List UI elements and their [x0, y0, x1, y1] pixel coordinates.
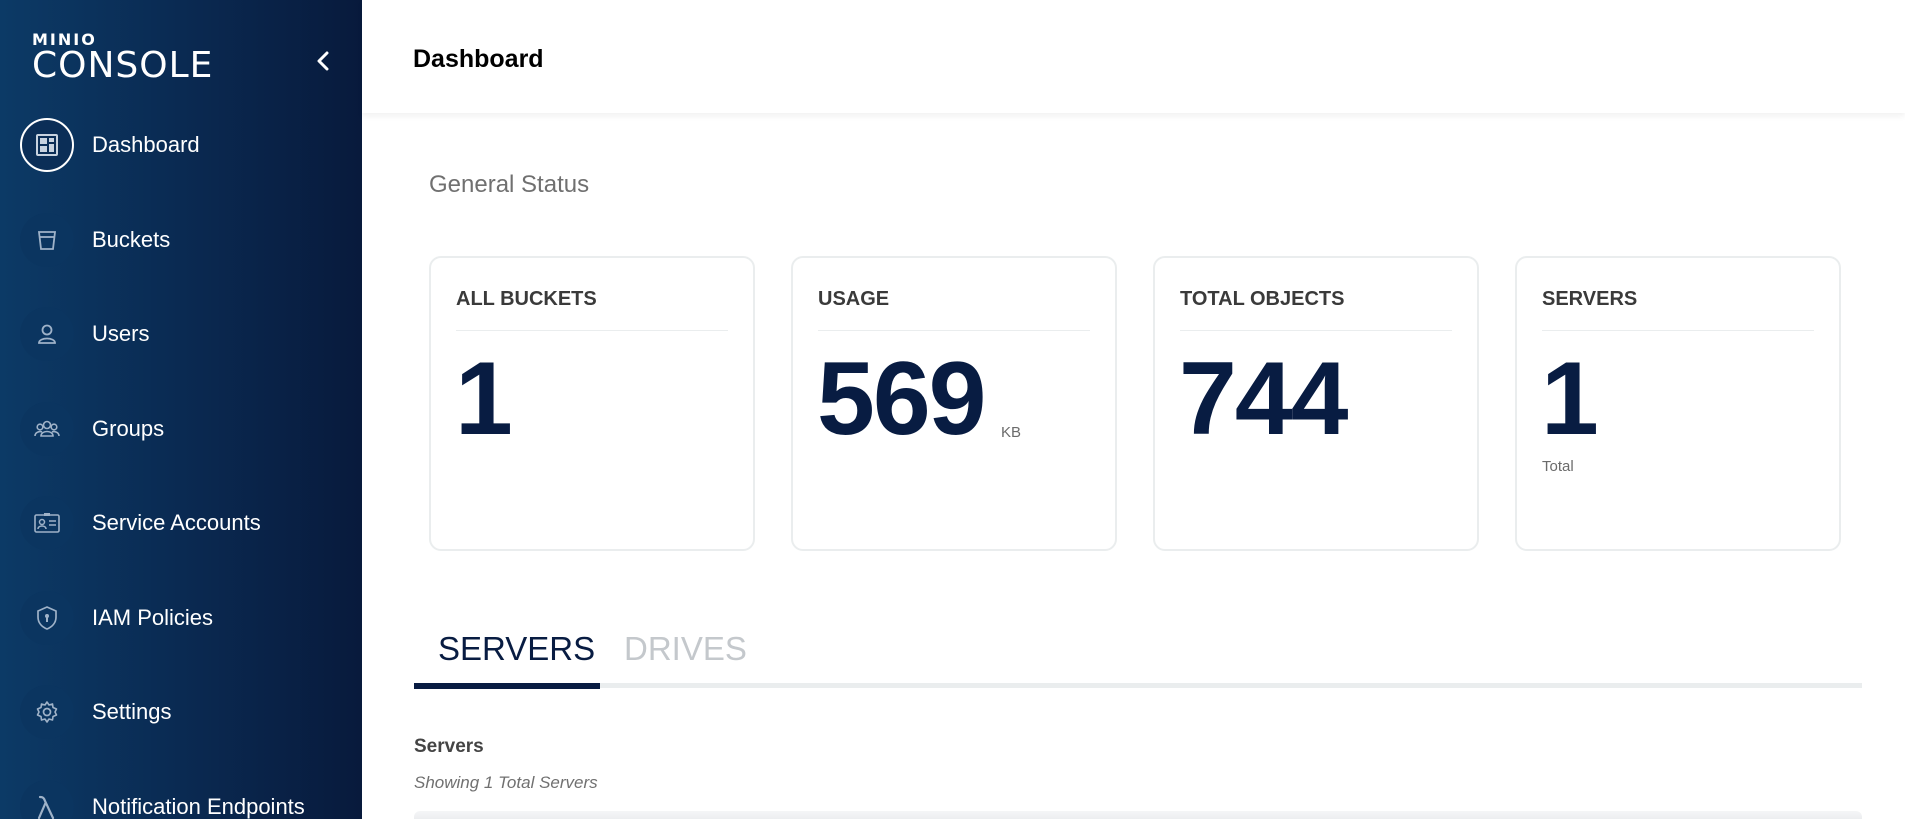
usage-card: USAGE 569 KB: [791, 256, 1117, 551]
servers-count-caption: Showing 1 Total Servers: [414, 773, 598, 792]
card-divider: [1180, 330, 1452, 331]
card-label: TOTAL OBJECTS: [1180, 288, 1345, 310]
card-divider: [818, 330, 1090, 331]
sidebar-item-label: Users: [92, 321, 150, 346]
main-content: General Status ALL BUCKETS 1 USAGE 569 K…: [362, 113, 1905, 819]
card-unit: KB: [1001, 424, 1022, 441]
tab-drives[interactable]: DRIVES: [624, 615, 747, 683]
servers-list-top-edge: [414, 811, 1862, 819]
sidebar-item-notification-endpoints[interactable]: Notification Endpoints: [20, 779, 350, 819]
tab-servers[interactable]: SERVERS: [438, 615, 595, 683]
card-divider: [1542, 330, 1814, 331]
page-title: Dashboard: [413, 45, 544, 73]
collapse-sidebar-button[interactable]: [310, 48, 336, 74]
logo-console-text: CONSOLE: [32, 45, 214, 86]
status-tabs: SERVERS DRIVES: [414, 615, 1862, 689]
dashboard-icon: [20, 118, 74, 172]
shield-icon: [20, 591, 74, 645]
sidebar-item-label: Notification Endpoints: [92, 794, 305, 819]
sidebar-item-groups[interactable]: Groups: [20, 401, 350, 457]
card-label: USAGE: [818, 288, 890, 310]
groups-icon: [20, 402, 74, 456]
sidebar: MINIO CONSOLE Dashboard Buckets Users Gr…: [0, 0, 362, 819]
sidebar-item-label: Groups: [92, 416, 165, 441]
minio-console-logo[interactable]: MINIO CONSOLE: [32, 32, 213, 84]
servers-card: SERVERS 1 Total: [1515, 256, 1841, 551]
card-value: 569: [817, 341, 987, 457]
total-objects-card: TOTAL OBJECTS 744: [1153, 256, 1479, 551]
card-label: SERVERS: [1542, 288, 1638, 310]
top-header: Dashboard: [362, 0, 1905, 113]
tab-active-indicator: [414, 683, 600, 689]
bucket-icon: [20, 213, 74, 267]
lambda-icon: [20, 780, 74, 819]
chevron-left-icon: [317, 51, 329, 71]
sidebar-item-label: IAM Policies: [92, 605, 214, 630]
card-value: 1: [455, 341, 513, 457]
sidebar-item-iam-policies[interactable]: IAM Policies: [20, 590, 350, 646]
tab-rail: [414, 683, 1862, 688]
sidebar-item-label: Buckets: [92, 227, 171, 252]
sidebar-item-settings[interactable]: Settings: [20, 684, 350, 740]
gear-icon: [20, 685, 74, 739]
sidebar-item-label: Settings: [92, 699, 172, 724]
sidebar-item-label: Dashboard: [92, 132, 200, 157]
sidebar-item-dashboard[interactable]: Dashboard: [20, 117, 350, 173]
servers-section-title: Servers: [414, 736, 484, 757]
card-value: 744: [1179, 341, 1349, 457]
card-label: ALL BUCKETS: [456, 288, 597, 310]
general-status-title: General Status: [429, 171, 590, 198]
sidebar-item-buckets[interactable]: Buckets: [20, 212, 350, 268]
card-divider: [456, 330, 728, 331]
card-unit: Total: [1542, 458, 1574, 475]
sidebar-item-users[interactable]: Users: [20, 306, 350, 362]
all-buckets-card: ALL BUCKETS 1: [429, 256, 755, 551]
card-value: 1: [1541, 341, 1599, 457]
sidebar-item-service-accounts[interactable]: Service Accounts: [20, 495, 350, 551]
user-icon: [20, 307, 74, 361]
sidebar-item-label: Service Accounts: [92, 510, 261, 535]
id-card-icon: [20, 496, 74, 550]
